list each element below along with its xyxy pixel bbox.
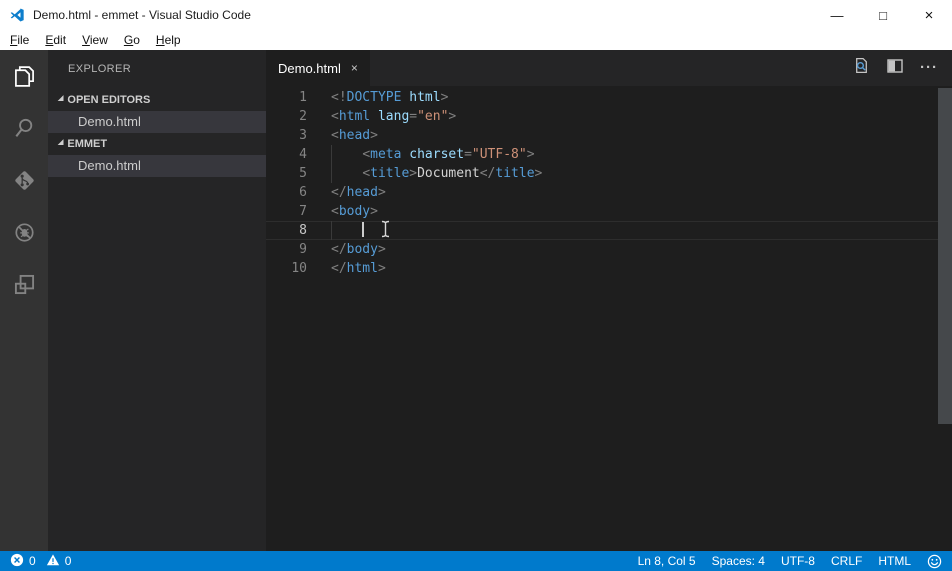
line-number: 2 <box>299 109 307 124</box>
line-number: 6 <box>299 185 307 200</box>
file-label: Demo.html <box>78 158 141 173</box>
minimize-button[interactable]: — <box>814 0 860 30</box>
line-number: 1 <box>299 90 307 105</box>
debug-icon[interactable] <box>0 206 48 258</box>
source-control-icon[interactable] <box>0 154 48 206</box>
more-actions-icon[interactable]: ··· <box>920 60 938 75</box>
code-line-4[interactable]: 4 <meta charset="UTF-8"> <box>266 145 952 164</box>
errors-icon <box>10 553 24 570</box>
line-number: 9 <box>299 242 307 257</box>
search-icon[interactable] <box>0 102 48 154</box>
tree-item-demo[interactable]: Demo.html <box>48 155 266 177</box>
vertical-scrollbar[interactable] <box>938 86 952 551</box>
code-line-9[interactable]: 9 </body> <box>266 240 952 259</box>
menu-help[interactable]: Help <box>148 30 189 50</box>
explorer-icon[interactable] <box>0 50 48 102</box>
menu-view[interactable]: View <box>74 30 116 50</box>
code-line-3[interactable]: 3 <head> <box>266 126 952 145</box>
vscode-logo-icon <box>9 7 25 23</box>
cursor-position[interactable]: Ln 8, Col 5 <box>638 554 696 568</box>
line-number: 7 <box>299 204 307 219</box>
open-editor-item-demo[interactable]: Demo.html <box>48 111 266 133</box>
explorer-panel: EXPLORER ◢ OPEN EDITORS Demo.html ◢ EMME… <box>48 50 266 551</box>
code-line-8[interactable]: 8 <box>266 221 952 240</box>
menu-bar: File Edit View Go Help <box>0 30 952 50</box>
open-preview-icon[interactable] <box>853 57 870 79</box>
menu-edit[interactable]: Edit <box>37 30 74 50</box>
window-title: Demo.html - emmet - Visual Studio Code <box>33 8 251 22</box>
file-label: Demo.html <box>78 114 141 129</box>
section-emmet-folder[interactable]: ◢ EMMET <box>48 133 266 155</box>
section-open-editors[interactable]: ◢ OPEN EDITORS <box>48 89 266 111</box>
code-line-2[interactable]: 2 <html lang="en"> <box>266 107 952 126</box>
warnings-icon <box>46 553 60 570</box>
close-button[interactable]: × <box>906 0 952 30</box>
status-bar: 0 0 Ln 8, Col 5 Spaces: 4 UTF-8 CRLF HTM… <box>0 551 952 571</box>
code-line-5[interactable]: 5 <title>Document</title> <box>266 164 952 183</box>
tab-label: Demo.html <box>278 60 341 76</box>
code-line-7[interactable]: 7 <body> <box>266 202 952 221</box>
split-editor-icon[interactable] <box>887 58 903 78</box>
eol-sequence[interactable]: CRLF <box>831 554 862 568</box>
feedback-smiley-icon[interactable] <box>927 554 942 569</box>
code-line-1[interactable]: 1 <!DOCTYPE html> <box>266 88 952 107</box>
encoding[interactable]: UTF-8 <box>781 554 815 568</box>
section-label: OPEN EDITORS <box>67 94 151 106</box>
title-bar: Demo.html - emmet - Visual Studio Code —… <box>0 0 952 30</box>
code-line-10[interactable]: 10 </html> <box>266 259 952 278</box>
line-number: 3 <box>299 128 307 143</box>
problems-indicator[interactable]: 0 0 <box>0 553 71 570</box>
language-mode[interactable]: HTML <box>878 554 911 568</box>
line-number: 8 <box>299 223 307 238</box>
extensions-icon[interactable] <box>0 258 48 310</box>
code-line-6[interactable]: 6 </head> <box>266 183 952 202</box>
tab-close-icon[interactable]: × <box>351 62 358 74</box>
line-number: 4 <box>299 147 307 162</box>
line-number: 10 <box>291 261 307 276</box>
tab-bar: Demo.html × ··· <box>266 50 952 86</box>
vscode-window: Demo.html - emmet - Visual Studio Code —… <box>0 0 952 571</box>
code-editor[interactable]: 1 <!DOCTYPE html> 2 <html lang="en"> 3 <head>… <box>266 86 952 551</box>
code-lines: 1 <!DOCTYPE html> 2 <html lang="en"> 3 <head>… <box>266 88 952 278</box>
tab-demo-html[interactable]: Demo.html × <box>266 50 370 86</box>
sidebar-title: EXPLORER <box>68 63 132 75</box>
menu-file[interactable]: File <box>2 30 37 50</box>
warnings-count: 0 <box>64 554 72 568</box>
line-number: 5 <box>299 166 307 181</box>
editor-group: Demo.html × ··· 1 <!DOCTYPE html> 2 <htm… <box>266 50 952 551</box>
activity-bar <box>0 50 48 551</box>
mouse-cursor-ibeam <box>380 220 391 242</box>
scrollbar-slider[interactable] <box>938 88 952 424</box>
text-caret <box>362 222 365 237</box>
section-label: EMMET <box>67 138 108 150</box>
menu-go[interactable]: Go <box>116 30 148 50</box>
twistie-icon: ◢ <box>58 95 64 102</box>
twistie-icon: ◢ <box>58 139 64 146</box>
maximize-button[interactable]: □ <box>860 0 906 30</box>
indentation[interactable]: Spaces: 4 <box>712 554 765 568</box>
errors-count: 0 <box>29 554 36 568</box>
